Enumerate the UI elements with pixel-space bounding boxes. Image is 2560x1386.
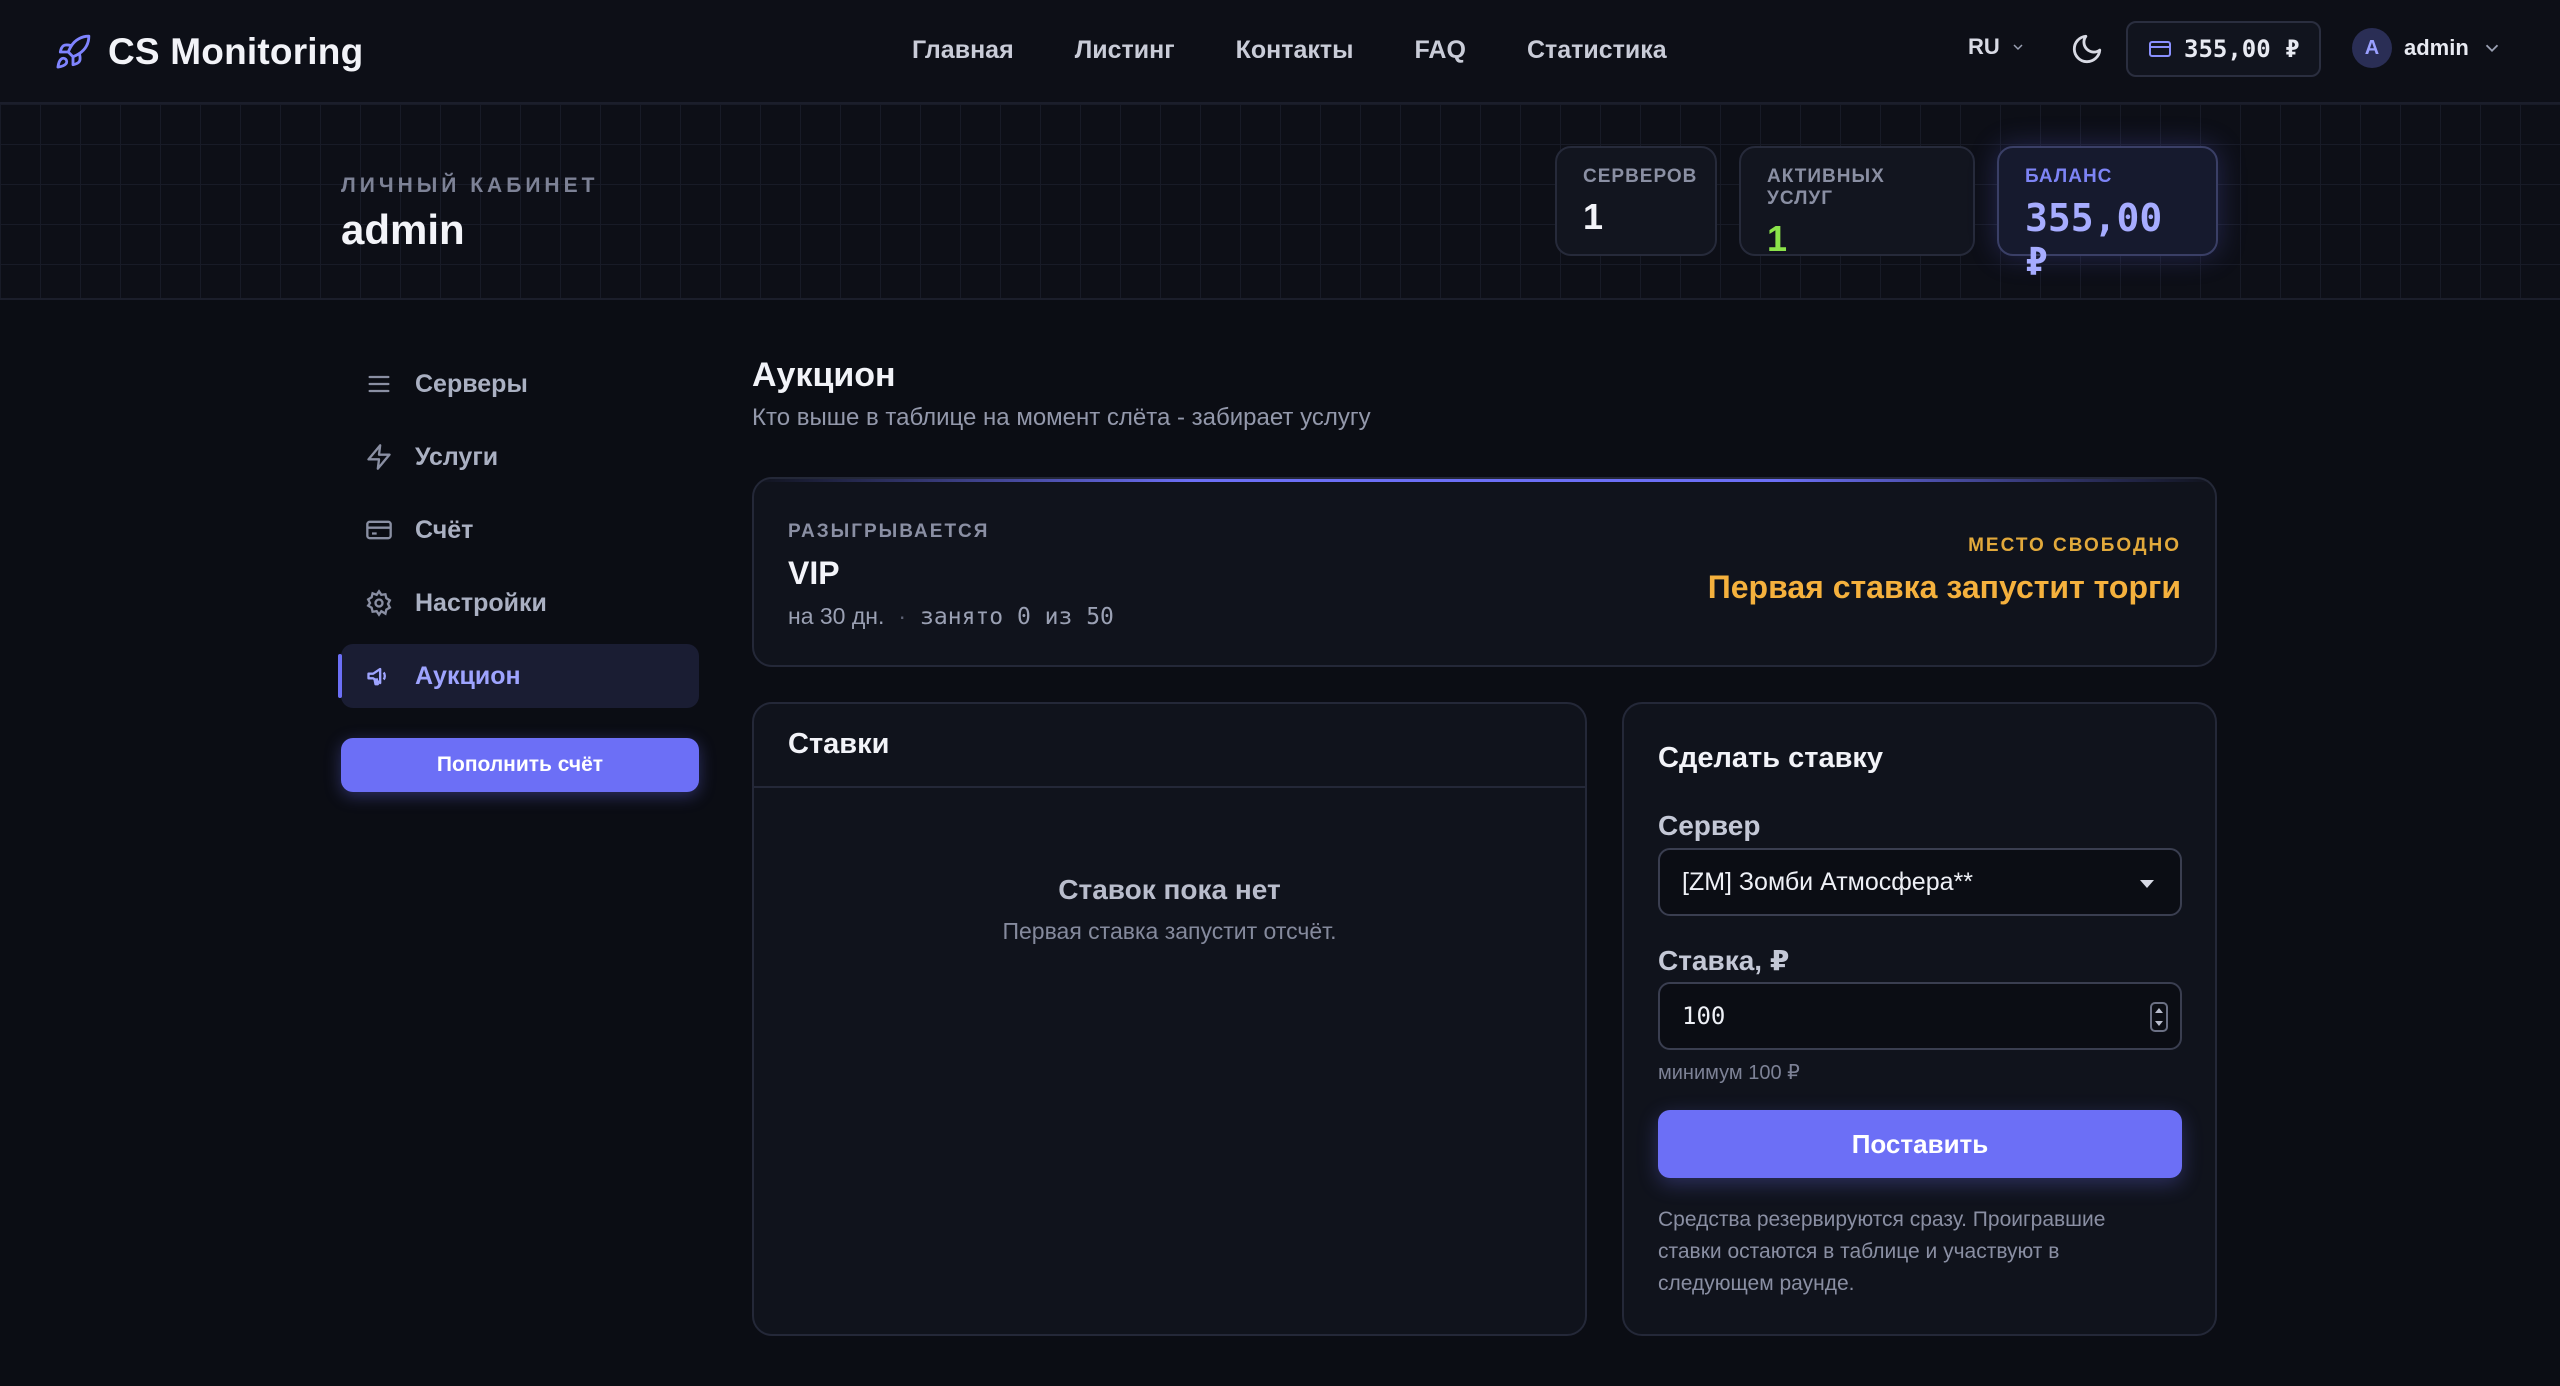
lot-duration: на 30 дн. bbox=[788, 603, 885, 629]
top-navbar: CS Monitoring Главная Листинг Контакты F… bbox=[0, 0, 2560, 104]
divider bbox=[754, 786, 1585, 788]
sidebar-item-servers[interactable]: Серверы bbox=[341, 352, 699, 416]
lightning-icon bbox=[367, 444, 391, 470]
moon-icon[interactable] bbox=[2070, 32, 2104, 66]
stat-servers: СЕРВЕРОВ 1 bbox=[1555, 146, 1717, 256]
language-label: RU bbox=[1968, 34, 2000, 59]
avatar: A bbox=[2352, 28, 2392, 68]
gear-icon bbox=[366, 589, 392, 617]
sidebar-item-services[interactable]: Услуги bbox=[341, 425, 699, 489]
nav-link-contacts[interactable]: Контакты bbox=[1236, 30, 1354, 70]
account-label: ЛИЧНЫЙ КАБИНЕТ bbox=[341, 174, 599, 197]
nav-link-faq[interactable]: FAQ bbox=[1415, 30, 1466, 70]
chevron-down-icon bbox=[2485, 44, 2498, 53]
bids-panel: Ставки Ставок пока нет Первая ставка зап… bbox=[752, 702, 1587, 1336]
bet-note: Средства резервируются сразу. Проигравши… bbox=[1658, 1208, 2106, 1295]
main-nav: Главная Листинг Контакты FAQ Статистика bbox=[912, 30, 1667, 70]
lot-separator: · bbox=[898, 603, 907, 629]
bet-form-panel: Сделать ставку Сервер [ZM] Зомби Атмосфе… bbox=[1622, 702, 2217, 1336]
user-menu[interactable]: A admin bbox=[2352, 28, 2503, 68]
account-username: admin bbox=[341, 206, 465, 253]
stat-balance-value: 355,00 ₽ bbox=[2025, 196, 2163, 284]
wallet-balance-value: 355,00 ₽ bbox=[2184, 35, 2300, 63]
lot-name: VIP bbox=[788, 555, 840, 591]
nav-link-statistics[interactable]: Статистика bbox=[1527, 30, 1667, 70]
stat-balance: БАЛАНС 355,00 ₽ bbox=[1997, 146, 2218, 284]
lot-occupancy: занято 0 из 50 bbox=[920, 603, 1114, 630]
sidebar-item-label: Счёт bbox=[415, 515, 474, 544]
stat-servers-value: 1 bbox=[1583, 196, 1604, 237]
sidebar-item-auction[interactable]: Аукцион bbox=[338, 644, 699, 708]
lot-status-text: Первая ставка запустит торги bbox=[1707, 569, 2181, 605]
topup-button[interactable]: Пополнить счёт bbox=[341, 738, 699, 792]
list-icon bbox=[368, 375, 390, 393]
sidebar: Серверы Услуги Счёт Настройки Аукцион По… bbox=[338, 352, 699, 792]
brand-name: CS Monitoring bbox=[108, 31, 364, 72]
brand-logo[interactable]: CS Monitoring bbox=[54, 26, 363, 78]
bids-title: Ставки bbox=[788, 728, 890, 760]
stat-active-services: АКТИВНЫХ УСЛУГ 1 bbox=[1739, 146, 1975, 259]
server-field-label: Сервер bbox=[1658, 810, 1761, 841]
min-bet-hint: минимум 100 ₽ bbox=[1658, 1062, 1800, 1084]
number-spinner-icon[interactable] bbox=[2150, 1002, 2168, 1032]
auction-lot-card: РАЗЫГРЫВАЕТСЯ VIP на 30 дн. · занято 0 и… bbox=[752, 477, 2217, 667]
lot-label: РАЗЫГРЫВАЕТСЯ bbox=[788, 521, 990, 542]
lot-status-label: МЕСТО СВОБОДНО bbox=[1968, 535, 2181, 556]
sidebar-item-label: Услуги bbox=[415, 442, 499, 471]
user-name: admin bbox=[2404, 35, 2469, 60]
caret-down-icon bbox=[2140, 880, 2154, 888]
sidebar-item-label: Настройки bbox=[415, 588, 547, 617]
lot-meta: на 30 дн. · занято 0 из 50 bbox=[788, 603, 1114, 630]
bet-form-title: Сделать ставку bbox=[1658, 742, 1884, 774]
bids-empty-title: Ставок пока нет bbox=[1058, 874, 1281, 905]
sidebar-item-label: Аукцион bbox=[415, 661, 521, 690]
nav-link-listing[interactable]: Листинг bbox=[1075, 30, 1175, 70]
bet-amount-input[interactable]: 100 bbox=[1658, 982, 2182, 1050]
bids-empty-subtitle: Первая ставка запустит отсчёт. bbox=[1002, 918, 1337, 944]
server-select-value: [ZM] Зомби Атмосфера** bbox=[1682, 867, 1973, 896]
amount-field-label: Ставка, ₽ bbox=[1658, 945, 1790, 976]
stat-services-label: АКТИВНЫХ УСЛУГ bbox=[1767, 166, 1885, 209]
chevron-down-icon bbox=[2013, 44, 2023, 51]
megaphone-icon bbox=[367, 667, 386, 686]
place-bet-button[interactable]: Поставить bbox=[1658, 1110, 2182, 1178]
card-icon bbox=[366, 520, 392, 540]
card-icon bbox=[2149, 41, 2171, 57]
stat-services-value: 1 bbox=[1767, 218, 1788, 259]
rocket-icon bbox=[56, 34, 91, 69]
sidebar-item-label: Серверы bbox=[415, 369, 528, 398]
stat-balance-label: БАЛАНС bbox=[2025, 166, 2113, 187]
sidebar-item-account[interactable]: Счёт bbox=[341, 498, 699, 562]
account-header: ЛИЧНЫЙ КАБИНЕТ admin СЕРВЕРОВ 1 АКТИВНЫХ… bbox=[0, 104, 2560, 300]
language-switcher[interactable]: RU bbox=[1968, 34, 2026, 60]
stat-servers-label: СЕРВЕРОВ bbox=[1583, 166, 1698, 187]
page-title: Аукцион bbox=[752, 356, 896, 394]
nav-link-home[interactable]: Главная bbox=[912, 30, 1014, 70]
wallet-balance-button[interactable]: 355,00 ₽ bbox=[2126, 21, 2321, 77]
sidebar-item-settings[interactable]: Настройки bbox=[341, 571, 699, 635]
page-subtitle: Кто выше в таблице на момент слёта - заб… bbox=[752, 404, 1371, 431]
bet-amount-value: 100 bbox=[1682, 1002, 1726, 1030]
server-select[interactable]: [ZM] Зомби Атмосфера** bbox=[1658, 848, 2182, 916]
